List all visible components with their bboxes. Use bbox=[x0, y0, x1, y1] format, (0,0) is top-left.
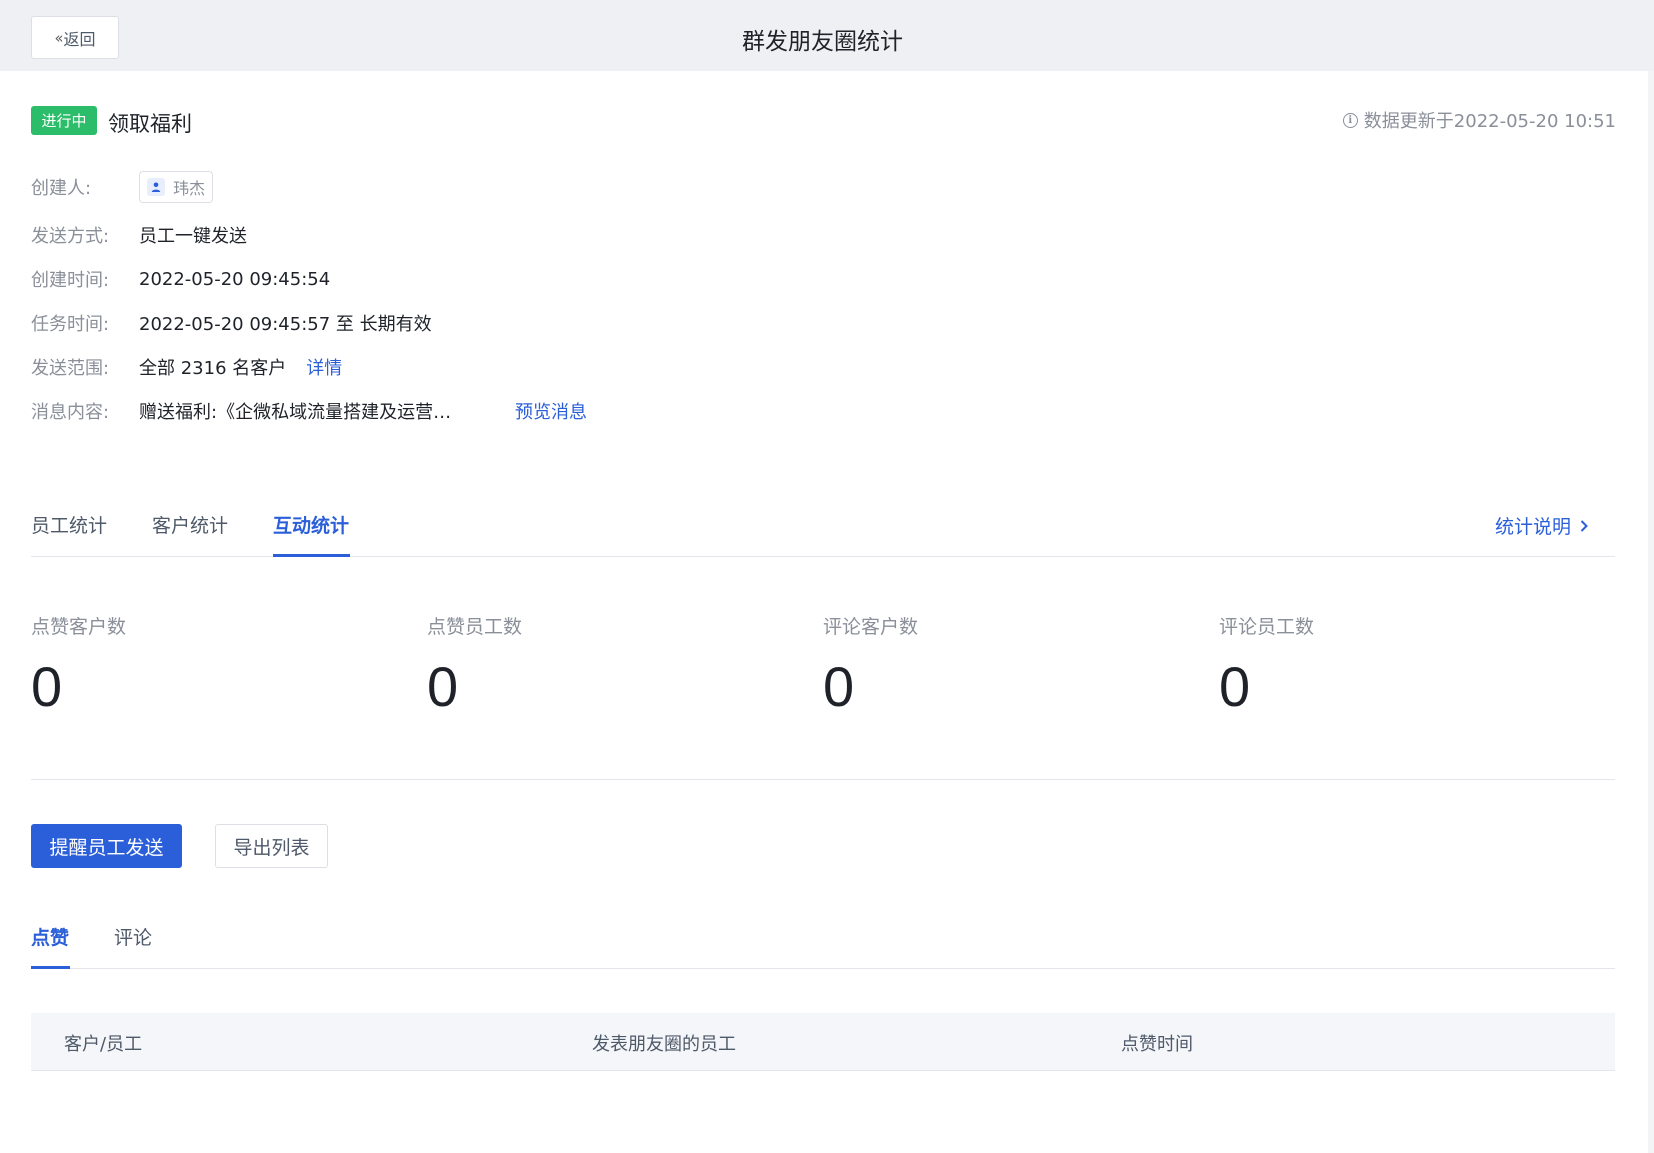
created-time-value: 2022-05-20 09:45:54 bbox=[139, 268, 331, 290]
task-title: 领取福利 bbox=[108, 112, 192, 136]
info-icon: i bbox=[1342, 112, 1358, 128]
send-method-row: 发送方式: 员工一键发送 bbox=[31, 221, 247, 249]
sub-tabs: 点赞 评论 bbox=[31, 912, 1615, 969]
tab-comments[interactable]: 评论 bbox=[114, 923, 152, 950]
creator-row: 创建人: 玮杰 bbox=[31, 171, 214, 203]
column-header-customer-employee: 客户/员工 bbox=[64, 1034, 143, 1055]
content-row: 消息内容: 赠送福利:《企微私域流量搭建及运营… 预览消息 bbox=[31, 397, 587, 425]
creator-chip[interactable]: 玮杰 bbox=[139, 171, 214, 203]
tab-interaction-stats[interactable]: 互动统计 bbox=[273, 511, 349, 538]
table-header: 客户/员工 发表朋友圈的员工 点赞时间 bbox=[31, 1013, 1615, 1071]
section-divider bbox=[31, 779, 1615, 780]
metric-label: 评论员工数 bbox=[1219, 616, 1315, 638]
metric-value: 0 bbox=[31, 655, 63, 718]
creator-label: 创建人: bbox=[31, 178, 92, 199]
scope-detail-link[interactable]: 详情 bbox=[306, 354, 342, 380]
metric-label: 点赞客户数 bbox=[31, 616, 127, 638]
scope-label: 发送范围: bbox=[31, 358, 110, 379]
stats-explanation-link[interactable]: 统计说明 bbox=[1495, 512, 1589, 539]
created-time-row: 创建时间: 2022-05-20 09:45:54 bbox=[31, 265, 330, 293]
status-badge: 进行中 bbox=[31, 106, 97, 135]
main-tabs: 员工统计 客户统计 互动统计 统计说明 bbox=[31, 500, 1615, 557]
metric-comment-employees: 评论员工数 0 bbox=[1219, 612, 1615, 715]
metric-value: 0 bbox=[823, 655, 855, 718]
column-header-like-time: 点赞时间 bbox=[1121, 1034, 1193, 1055]
preview-message-link[interactable]: 预览消息 bbox=[515, 398, 587, 424]
metric-comment-customers: 评论客户数 0 bbox=[823, 612, 1219, 715]
metric-label: 评论客户数 bbox=[823, 616, 919, 638]
metric-value: 0 bbox=[1219, 655, 1251, 718]
task-time-value: 2022-05-20 09:45:57 至 长期有效 bbox=[139, 314, 432, 335]
send-method-label: 发送方式: bbox=[31, 226, 110, 247]
metric-value: 0 bbox=[427, 655, 459, 718]
tab-customer-stats[interactable]: 客户统计 bbox=[152, 511, 228, 538]
scope-row: 发送范围: 全部 2316 名客户 详情 bbox=[31, 353, 342, 381]
content-label: 消息内容: bbox=[31, 402, 110, 423]
metric-like-employees: 点赞员工数 0 bbox=[427, 612, 823, 715]
update-info-text: 数据更新于2022-05-20 10:51 bbox=[1363, 111, 1616, 132]
update-info: i 数据更新于2022-05-20 10:51 bbox=[1342, 107, 1616, 133]
user-icon bbox=[147, 178, 165, 196]
scope-value: 全部 2316 名客户 bbox=[139, 358, 287, 379]
scrollbar-track[interactable] bbox=[1648, 71, 1654, 1153]
send-method-value: 员工一键发送 bbox=[139, 226, 247, 247]
active-tab-indicator bbox=[273, 554, 350, 557]
page-title: 群发朋友圈统计 bbox=[742, 29, 903, 55]
export-list-button[interactable]: 导出列表 bbox=[215, 824, 328, 868]
stats-explanation-label: 统计说明 bbox=[1494, 516, 1571, 538]
remind-employees-button[interactable]: 提醒员工发送 bbox=[31, 824, 182, 868]
chevron-right-icon bbox=[1580, 519, 1588, 532]
task-time-label: 任务时间: bbox=[31, 314, 110, 335]
content-value: 赠送福利:《企微私域流量搭建及运营… bbox=[139, 402, 452, 423]
metric-like-customers: 点赞客户数 0 bbox=[31, 612, 427, 715]
tab-likes[interactable]: 点赞 bbox=[31, 923, 69, 950]
task-time-row: 任务时间: 2022-05-20 09:45:57 至 长期有效 bbox=[31, 309, 432, 337]
metric-label: 点赞员工数 bbox=[427, 616, 523, 638]
created-time-label: 创建时间: bbox=[31, 270, 110, 291]
column-header-posting-employee: 发表朋友圈的员工 bbox=[592, 1034, 736, 1055]
active-subtab-indicator bbox=[31, 966, 70, 969]
creator-name: 玮杰 bbox=[173, 179, 206, 198]
tab-employee-stats[interactable]: 员工统计 bbox=[31, 511, 107, 538]
page-header: ‹‹ 返回 群发朋友圈统计 bbox=[0, 0, 1654, 71]
